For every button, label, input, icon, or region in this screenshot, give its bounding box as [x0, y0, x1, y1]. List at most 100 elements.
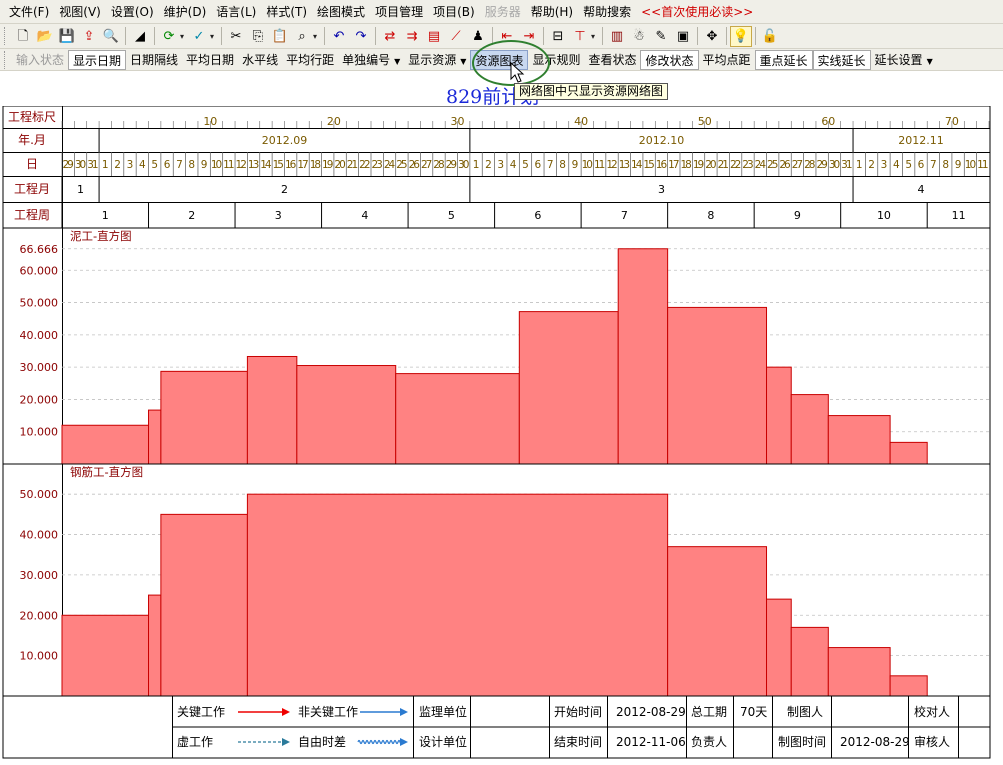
menu-item-0[interactable]: 文件(F) [4, 1, 54, 23]
books-button[interactable]: ▥ [606, 26, 628, 47]
chevron-down-icon[interactable]: ▾ [313, 32, 321, 41]
link-button[interactable]: ⇉ [401, 26, 423, 47]
tooltip: 网络图中只显示资源网络图 [514, 83, 669, 100]
day-label: 21 [718, 159, 729, 171]
cut-icon: ✂ [230, 28, 242, 44]
print-preview-button[interactable]: 🔍 [100, 26, 122, 47]
menu-item-3[interactable]: 维护(D) [159, 1, 212, 23]
toolbar-separator [221, 27, 222, 45]
redo-icon: ↷ [355, 28, 367, 44]
find-binoculars-button[interactable]: ⌕ [291, 26, 313, 47]
toolbar2-button-11[interactable]: 修改状态 [640, 49, 699, 70]
undo-button[interactable]: ↶ [328, 26, 350, 47]
day-label: 17 [668, 159, 679, 171]
display-button[interactable]: ▣ [672, 26, 694, 47]
network-button[interactable]: ⇄ [379, 26, 401, 47]
person-button[interactable]: ☃ [628, 26, 650, 47]
fill-triangle-button[interactable]: ◢ [129, 26, 151, 47]
toolbar-grip[interactable] [4, 27, 8, 45]
day-label: 10 [965, 159, 976, 171]
histogram-bar [246, 355, 298, 465]
histogram-bar [518, 311, 619, 465]
day-label: 3 [127, 159, 134, 171]
day-label: 1 [102, 159, 109, 171]
split-button[interactable]: ⊟ [547, 26, 569, 47]
histogram-title: 钢筋工-直方图 [70, 465, 143, 479]
toolbar2-button-2[interactable]: 日期隔线 [126, 50, 182, 70]
move-right-icon: ⇥ [523, 28, 535, 44]
cut-button[interactable]: ✂ [225, 26, 247, 47]
toolbar2-button-12[interactable]: 平均点距 [699, 50, 755, 70]
toolbar2-label: 水平线 [242, 52, 279, 67]
chevron-down-icon[interactable]: ▾ [591, 32, 599, 41]
toolbar2-button-15[interactable]: 延长设置 ▼ [871, 50, 937, 70]
pan-button[interactable]: ✥ [701, 26, 723, 47]
chevron-down-icon[interactable]: ▾ [180, 32, 188, 41]
toolbar2-button-1[interactable]: 显示日期 [68, 49, 127, 70]
paste-button[interactable]: 📋 [269, 26, 291, 47]
toolbar2-button-6[interactable]: 单独编号 ▼ [338, 50, 404, 70]
day-label: 28 [804, 159, 815, 171]
toolbar-separator [755, 27, 756, 45]
toolbar-grip[interactable] [4, 50, 8, 69]
new-file-button[interactable]: 🗋 [12, 26, 34, 47]
export-button[interactable]: ⇪ [78, 26, 100, 47]
menu-item-7[interactable]: 项目管理 [370, 1, 428, 23]
unlock-button[interactable]: 🔓 [759, 26, 781, 47]
menu-item-1[interactable]: 视图(V) [54, 1, 106, 23]
toolbar2-button-9[interactable]: 显示规则 [528, 50, 584, 70]
menu-item-2[interactable]: 设置(O) [106, 1, 159, 23]
day-label: 10 [582, 159, 593, 171]
move-left-button[interactable]: ⇤ [496, 26, 518, 47]
menu-item-8[interactable]: 项目(B) [428, 1, 480, 23]
refresh-button[interactable]: ⟳ [158, 26, 180, 47]
line-chart-button[interactable]: ⟋ [445, 26, 467, 47]
redo-button[interactable]: ↷ [350, 26, 372, 47]
toolbar2-button-14[interactable]: 实线延长 [812, 49, 871, 70]
menu-item-11[interactable]: 帮助搜索 [578, 1, 636, 23]
proj-month-label: 2 [281, 183, 288, 196]
lightbulb-icon: 💡 [732, 28, 750, 44]
toolbar2-button-5[interactable]: 平均行距 [282, 50, 338, 70]
day-label: 29 [446, 159, 457, 171]
save-button[interactable]: 💾 [56, 26, 78, 47]
legend-noncritical: 非关键工作 [298, 705, 358, 719]
chevron-down-icon[interactable]: ▾ [210, 32, 218, 41]
milestone-button[interactable]: ⊤ [569, 26, 591, 47]
menu-bar: 文件(F) 视图(V) 设置(O) 维护(D) 语言(L) 样式(T) 绘图模式 项目管理 项目… [0, 0, 1003, 24]
menu-item-4[interactable]: 语言(L) [211, 1, 261, 23]
refresh-icon: ⟳ [163, 28, 175, 44]
resource-icon: ♟ [472, 28, 484, 44]
toolbar2-button-13[interactable]: 重点延长 [754, 49, 813, 70]
copy-button[interactable]: ⎘ [247, 26, 269, 47]
check-spell-button[interactable]: ✓ [188, 26, 210, 47]
toolbar2-label: 单独编号 [342, 52, 391, 67]
menu-item-10[interactable]: 帮助(H) [526, 1, 578, 23]
y-tick-label: 60.000 [20, 264, 59, 277]
resource-button[interactable]: ♟ [467, 26, 489, 47]
menu-item-6[interactable]: 绘图模式 [312, 1, 370, 23]
network-chart: 工程标尺年.月日工程月工程周 10 20 30 40 50 60 70 2012.09 2012.… [2, 106, 991, 759]
legend-duration-label: 总工期 [691, 705, 727, 719]
day-label: 22 [730, 159, 741, 171]
toolbar2-button-10[interactable]: 查看状态 [584, 50, 640, 70]
undo-icon: ↶ [333, 28, 345, 44]
toolbar2-button-4[interactable]: 水平线 [238, 50, 282, 70]
lightbulb-button[interactable]: 💡 [730, 25, 752, 47]
edit-button[interactable]: ✎ [650, 26, 672, 47]
y-tick-label: 40.000 [20, 529, 59, 542]
month-label: 2012.09 [262, 134, 308, 147]
split-icon: ⊟ [552, 28, 564, 44]
legend-reviewer-label: 审核人 [914, 734, 950, 749]
legend-drawtime-label: 制图时间 [778, 735, 826, 749]
bar-chart-button[interactable]: ▤ [423, 26, 445, 47]
menu-item-12[interactable]: <<首次使用必读>> [636, 1, 758, 23]
day-label: 15 [273, 159, 284, 171]
chevron-down-icon: ▼ [460, 56, 467, 66]
open-folder-button[interactable]: 📂 [34, 26, 56, 47]
menu-item-5[interactable]: 样式(T) [261, 1, 312, 23]
move-right-button[interactable]: ⇥ [518, 26, 540, 47]
toolbar2-button-3[interactable]: 平均日期 [182, 50, 238, 70]
toolbar2-button-7[interactable]: 显示资源 ▼ [404, 50, 470, 70]
day-label: 13 [248, 159, 259, 171]
